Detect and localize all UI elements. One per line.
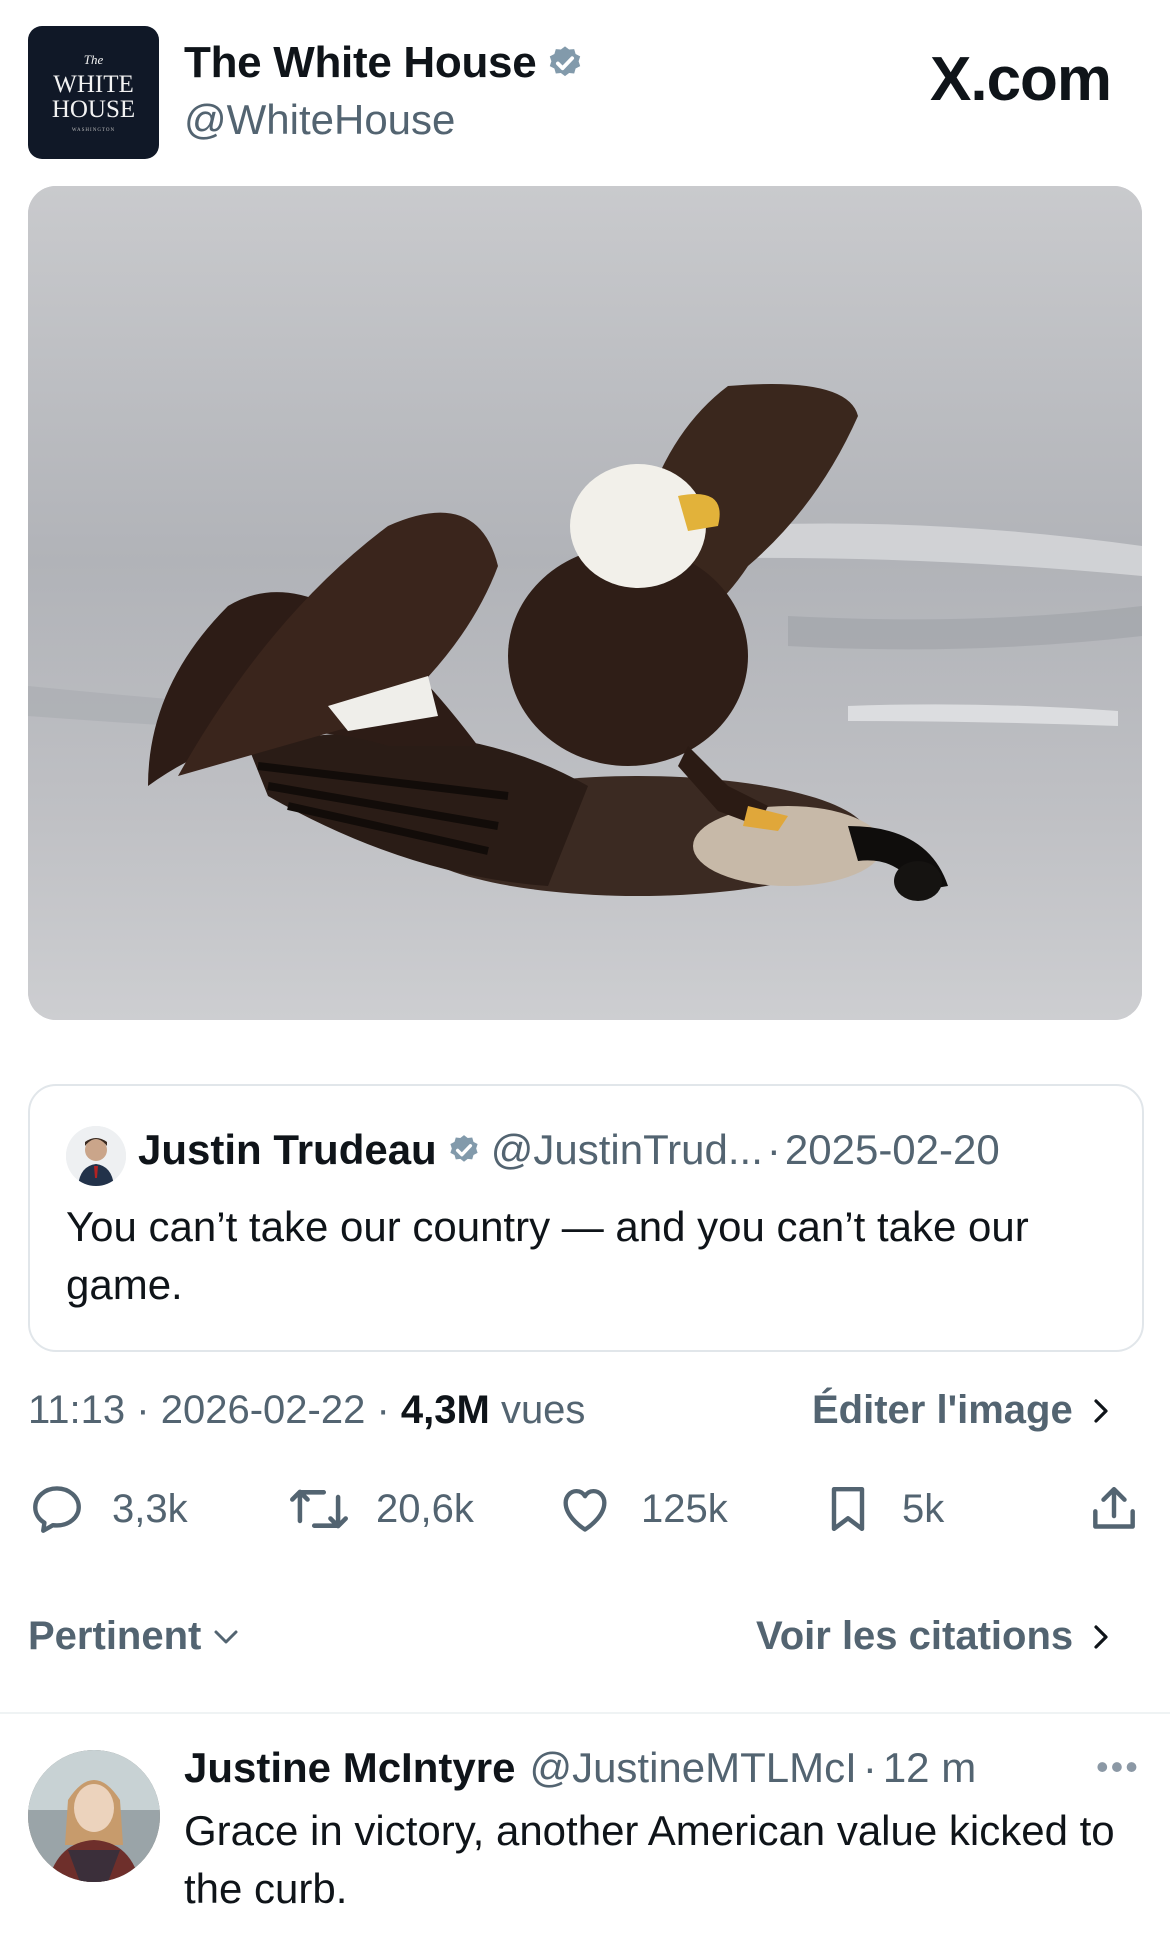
views-label: vues [500,1388,586,1432]
avatar-text-the: The [83,51,104,67]
share-button[interactable] [1086,1480,1142,1538]
repost-count: 20,6k [376,1486,474,1531]
avatar-text-washington: WASHINGTON [71,127,116,133]
quoted-author-avatar[interactable] [66,1126,126,1186]
bookmark-icon [831,1486,865,1532]
quoted-post-date: 2025-02-20 [784,1126,1000,1173]
action-bar: 3,3k 20,6k 125k 5k [0,1480,1170,1550]
edit-image-link[interactable]: Éditer l'image [812,1388,1111,1433]
eagle-goose-photo [28,186,1142,1020]
edit-image-label: Éditer l'image [812,1388,1073,1432]
x-brand-logo: X.com [930,45,1112,114]
views-count: 4,3M [400,1388,490,1432]
white-house-avatar[interactable]: The WHITE HOUSE WASHINGTON [28,26,159,159]
like-count: 125k [641,1486,728,1531]
quoted-post-text: You can’t take our country — and you can… [66,1203,1029,1308]
like-button[interactable]: 125k [555,1480,728,1538]
post-image[interactable] [28,186,1142,1020]
share-icon [1093,1486,1135,1529]
quoted-avatar-image [66,1126,126,1186]
post-time: 11:13 [28,1388,126,1432]
like-icon [563,1488,607,1532]
reply-icon [33,1486,81,1533]
author-name-text: The White House [184,38,537,87]
post-date: 2026-02-22 [160,1388,366,1432]
avatar-text-house: HOUSE [51,95,136,123]
reply-author-avatar[interactable] [28,1750,160,1882]
separator-dot: · [136,1388,161,1432]
quoted-author-name[interactable]: Justin Trudeau [138,1126,437,1174]
view-quotes-link[interactable]: Voir les citations [756,1614,1111,1659]
sort-label: Pertinent [28,1614,202,1658]
more-icon[interactable]: ••• [1096,1746,1140,1788]
author-handle[interactable]: @WhiteHouse [184,96,455,144]
bookmark-button[interactable]: 5k [820,1480,944,1538]
reply-author-handle[interactable]: @JustineMTLMcI [529,1744,856,1792]
reply-header: Justine McIntyre @JustineMTLMcI · 12 m [184,1744,977,1792]
quoted-author-handle[interactable]: @JustinTrud... [491,1126,763,1174]
avatar-text-white: WHITE [53,70,134,98]
bookmark-count: 5k [902,1486,945,1531]
verified-badge-icon [550,46,581,77]
sort-dropdown[interactable]: Pertinent [28,1614,241,1659]
reply-text: Grace in victory, another American value… [184,1807,1115,1912]
verified-badge-icon [450,1135,478,1162]
author-name[interactable]: The White House [184,38,584,88]
repost-icon [290,1489,348,1529]
divider [0,1712,1170,1714]
separator-dot: · [766,1126,781,1173]
quoted-post-header: Justin Trudeau @JustinTrud... · 2025-02-… [138,1126,1000,1174]
reply-time: 12 m [882,1744,977,1791]
view-quotes-label: Voir les citations [756,1614,1074,1658]
repost-button[interactable]: 20,6k [288,1480,474,1538]
reply-author-name[interactable]: Justine McIntyre [184,1744,515,1792]
reply-button[interactable]: 3,3k [28,1480,188,1538]
chevron-right-icon [1094,1624,1108,1649]
chevron-right-icon [1094,1398,1108,1423]
reply-count: 3,3k [112,1486,188,1531]
chevron-down-icon [214,1630,238,1643]
reply-avatar-image [28,1750,160,1882]
post-meta: 11:13 · 2026-02-22 · 4,3M vues [28,1388,585,1433]
separator-dot: · [376,1388,401,1432]
